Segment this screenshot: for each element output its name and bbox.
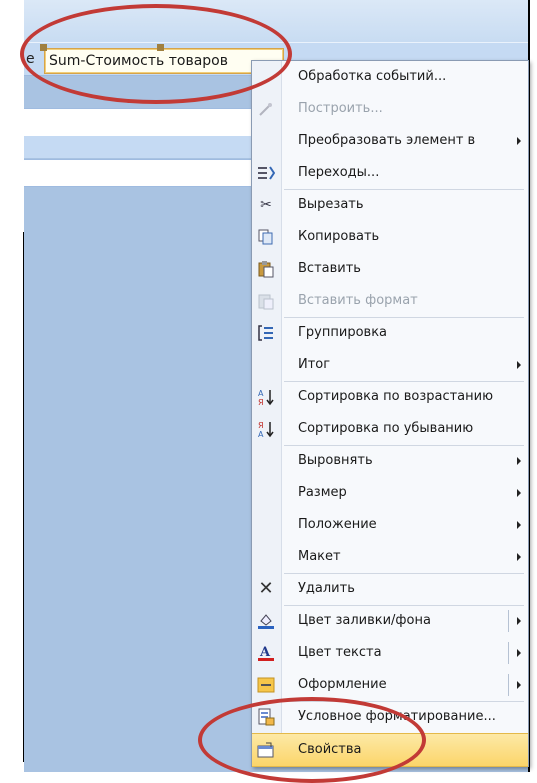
menu-item-copy[interactable]: Копировать bbox=[252, 221, 528, 253]
menu-item-label: Вырезать bbox=[298, 197, 364, 212]
menu-item-font-color[interactable]: A Цвет текста bbox=[252, 637, 528, 669]
properties-icon bbox=[257, 741, 275, 759]
menu-item-label: Построить... bbox=[298, 101, 383, 116]
menu-item-label: Итог bbox=[298, 357, 331, 372]
menu-item-layout[interactable]: Макет bbox=[252, 541, 528, 573]
svg-text:Я: Я bbox=[258, 398, 264, 406]
menu-item-paste[interactable]: Вставить bbox=[252, 253, 528, 285]
menu-item-label: Цвет текста bbox=[298, 645, 382, 660]
menu-item-paste-format[interactable]: Вставить формат bbox=[252, 285, 528, 317]
menu-item-label: Размер bbox=[298, 485, 347, 500]
delete-x-icon: ✕ bbox=[258, 578, 274, 599]
submenu-split-line bbox=[508, 610, 509, 632]
special-effect-icon bbox=[257, 676, 275, 694]
menu-item-label: Сортировка по убыванию bbox=[298, 421, 474, 436]
menu-item-label: Группировка bbox=[298, 325, 388, 340]
tab-order-icon bbox=[257, 164, 276, 182]
submenu-arrow-icon bbox=[517, 361, 521, 369]
copy-icon bbox=[257, 228, 275, 246]
menu-item-label: Цвет заливки/фона bbox=[298, 613, 431, 628]
menu-item-total[interactable]: Итог bbox=[252, 349, 528, 381]
submenu-split-line bbox=[508, 642, 509, 664]
menu-item-label: Свойства bbox=[298, 742, 362, 757]
selected-text-box[interactable]: Sum-Стоимость товаров bbox=[44, 48, 284, 74]
grouping-icon bbox=[257, 324, 275, 342]
menu-item-label: Условное форматирование... bbox=[298, 709, 496, 724]
menu-item-properties[interactable]: Свойства bbox=[252, 733, 528, 767]
menu-item-label: Положение bbox=[298, 517, 377, 532]
submenu-arrow-icon bbox=[517, 489, 521, 497]
menu-item-label: Вставить формат bbox=[298, 293, 418, 308]
submenu-arrow-icon[interactable] bbox=[517, 681, 521, 689]
menu-item-fill-color[interactable]: Цвет заливки/фона bbox=[252, 605, 528, 637]
menu-item-delete[interactable]: ✕ Удалить bbox=[252, 573, 528, 605]
submenu-arrow-icon[interactable] bbox=[517, 617, 521, 625]
menu-item-grouping[interactable]: Группировка bbox=[252, 317, 528, 349]
context-menu: Обработка событий... Построить... Преобр… bbox=[251, 60, 529, 767]
menu-item-label: Удалить bbox=[298, 581, 355, 596]
menu-item-label: Сортировка по возрастанию bbox=[298, 389, 494, 404]
menu-item-tab-order[interactable]: Переходы... bbox=[252, 157, 528, 189]
menu-item-label: Копировать bbox=[298, 229, 380, 244]
menu-item-label: Макет bbox=[298, 549, 341, 564]
submenu-arrow-icon[interactable] bbox=[517, 649, 521, 657]
left-margin bbox=[0, 0, 24, 772]
font-color-icon: A bbox=[257, 644, 275, 662]
resize-handle[interactable] bbox=[40, 44, 47, 51]
menu-item-sort-descending[interactable]: ЯА Сортировка по убыванию bbox=[252, 413, 528, 445]
submenu-arrow-icon bbox=[517, 457, 521, 465]
menu-item-label: Оформление bbox=[298, 677, 387, 692]
resize-handle[interactable] bbox=[157, 44, 164, 51]
menu-item-label: Выровнять bbox=[298, 453, 373, 468]
menu-item-align[interactable]: Выровнять bbox=[252, 445, 528, 477]
menu-item-label: Переходы... bbox=[298, 165, 380, 180]
svg-text:Я: Я bbox=[258, 421, 264, 430]
submenu-arrow-icon bbox=[517, 137, 521, 145]
field-label-fragment: e bbox=[26, 51, 35, 67]
menu-item-cut[interactable]: ✂ Вырезать bbox=[252, 189, 528, 221]
sort-ascending-icon: АЯ bbox=[257, 388, 275, 407]
submenu-arrow-icon bbox=[517, 521, 521, 529]
submenu-arrow-icon bbox=[517, 553, 521, 561]
menu-item-label: Преобразовать элемент в bbox=[298, 133, 476, 148]
svg-text:А: А bbox=[258, 389, 264, 398]
menu-item-sort-ascending[interactable]: АЯ Сортировка по возрастанию bbox=[252, 381, 528, 413]
menu-item-build[interactable]: Построить... bbox=[252, 93, 528, 125]
paste-format-icon bbox=[257, 292, 275, 310]
scissors-icon: ✂ bbox=[260, 197, 272, 213]
paste-icon bbox=[257, 260, 275, 278]
conditional-format-icon bbox=[257, 708, 275, 726]
menu-item-special-effect[interactable]: Оформление bbox=[252, 669, 528, 701]
menu-item-size[interactable]: Размер bbox=[252, 477, 528, 509]
menu-item-convert-element[interactable]: Преобразовать элемент в bbox=[252, 125, 528, 157]
sort-descending-icon: ЯА bbox=[257, 420, 275, 439]
ribbon-strip bbox=[24, 0, 537, 43]
right-margin bbox=[528, 0, 537, 772]
menu-item-label: Обработка событий... bbox=[298, 69, 447, 84]
menu-item-event-handling[interactable]: Обработка событий... bbox=[252, 61, 528, 93]
menu-item-label: Вставить bbox=[298, 261, 361, 276]
svg-text:А: А bbox=[258, 430, 264, 438]
menu-item-conditional-format[interactable]: Условное форматирование... bbox=[252, 701, 528, 733]
svg-text:A: A bbox=[259, 645, 271, 660]
fill-color-icon bbox=[257, 612, 275, 630]
submenu-split-line bbox=[508, 674, 509, 696]
build-wand-icon bbox=[257, 100, 275, 118]
menu-item-position[interactable]: Положение bbox=[252, 509, 528, 541]
left-border-line bbox=[23, 232, 24, 762]
